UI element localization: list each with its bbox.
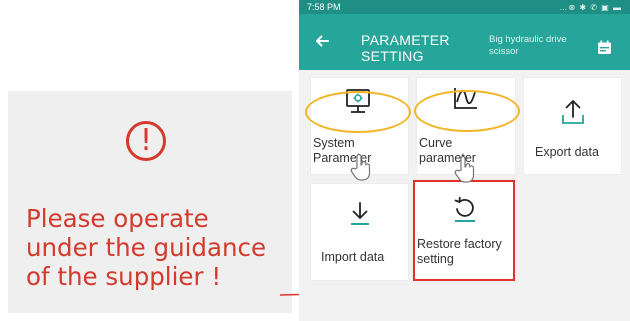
- tile-label: Export data: [535, 145, 599, 159]
- status-time: 7:58 PM: [307, 2, 341, 12]
- warning-line: of the supplier !: [26, 262, 222, 291]
- page-title: PARAMETER SETTING: [361, 32, 450, 64]
- arrow-left-icon[interactable]: [313, 32, 331, 50]
- export-data-button[interactable]: Export data: [524, 78, 621, 174]
- tile-label: System Parameter: [313, 136, 372, 165]
- restore-factory-setting-button[interactable]: Restore factory setting: [413, 180, 515, 281]
- warning-line: under the guidance: [26, 233, 267, 262]
- warning-callout: ! Please operate under the guidance of t…: [8, 91, 292, 313]
- monitor-gear-icon: [346, 89, 370, 113]
- app-bar: PARAMETER SETTING Big hydraulic drive sc…: [299, 14, 630, 70]
- curve-parameter-button[interactable]: Curve parameter: [417, 78, 515, 174]
- status-bar: 7:58 PM …⊗ ✱ ✆ ▣ ▬: [299, 0, 630, 14]
- tile-label: Curve parameter: [419, 136, 476, 165]
- tile-label: Restore factory setting: [417, 237, 502, 266]
- import-data-button[interactable]: Import data: [311, 184, 408, 280]
- phone-screen: 7:58 PM …⊗ ✱ ✆ ▣ ▬ PARAMETER SETTING Big…: [299, 0, 630, 321]
- exclamation-circle-icon: !: [126, 121, 166, 161]
- tile-label: Import data: [321, 250, 385, 264]
- machine-name: Big hydraulic drive scissor: [489, 34, 567, 57]
- calendar-icon[interactable]: [597, 40, 612, 55]
- restore-icon: [454, 196, 475, 222]
- curve-chart-icon: [454, 88, 477, 109]
- download-icon: [351, 202, 369, 225]
- warning-line: Please operate: [26, 204, 209, 233]
- warning-message: Please operate under the guidance of the…: [26, 204, 296, 291]
- upload-icon: [562, 100, 584, 124]
- status-icons: …⊗ ✱ ✆ ▣ ▬: [559, 2, 622, 12]
- system-parameter-button[interactable]: System Parameter: [311, 78, 408, 174]
